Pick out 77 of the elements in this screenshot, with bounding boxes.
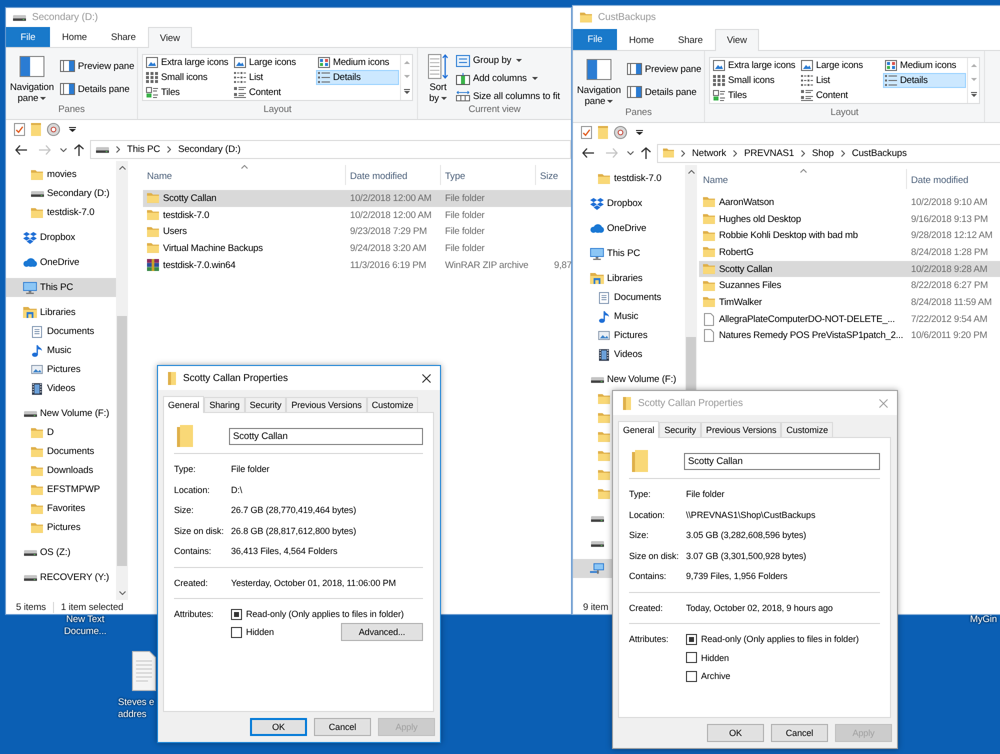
file-name: TimWalker [719,296,762,308]
property-value: \\PREVNAS1\Shop\CustBackups [686,510,816,520]
property-value: 9,739 Files, 1,956 Folders [686,571,788,582]
dialog-title: Scotty Callan Properties [183,372,288,384]
file-name: AaronWatson [719,196,774,208]
property-value: Today, October 02, 2018, 9 hours ago [686,602,833,613]
property-value: 26.8 GB (28,817,612,800 bytes) [231,526,356,536]
group-label: Layout [830,107,858,120]
property-label: Size on disk: [174,526,225,536]
window-title: Secondary (D:) [32,12,98,23]
property-label: Created: [629,602,664,613]
file-name: RobertG [719,246,754,258]
property-value: 26.7 GB (28,770,419,464 bytes) [231,505,356,516]
status-text: 5 items [16,602,46,612]
file-name: Virtual Machine Backups [163,242,263,254]
table-cell: File folder [445,210,485,221]
table-cell: 8/24/2018 1:28 PM [911,246,988,258]
window-title: CustBackups [598,12,656,23]
table-cell: 9/23/2018 7:29 PM [350,226,427,238]
table-cell: File folder [445,242,485,254]
table-cell: 9/16/2018 9:13 PM [911,214,988,225]
file-name: Robbie Kohli Desktop with bad mb [719,230,858,242]
file-name: Scotty Callan [719,264,772,275]
property-value: D:\ [231,484,242,495]
file-name: Scotty Callan [163,192,216,204]
property-label: Size: [629,530,650,540]
property-label: Type: [629,489,652,500]
table-cell: 9,87 [554,260,571,271]
file-name: testdisk-7.0.win64 [163,260,236,271]
table-cell: 10/2/2018 12:00 AM [350,192,432,204]
property-label: Contains: [174,546,212,556]
group-label: Current view [468,104,521,117]
property-label: Size on disk: [629,550,680,561]
table-cell: 7/22/2012 9:54 AM [911,314,988,325]
file-name: Users [163,226,187,238]
group-label: Panes [625,107,652,120]
table-cell: 9/28/2018 12:12 AM [911,230,992,242]
table-cell: 9/24/2018 3:20 AM [350,242,426,254]
property-label: Attributes: [174,608,214,621]
table-cell: 10/6/2011 9:20 PM [911,330,988,342]
table-cell: 8/24/2018 11:59 AM [911,296,992,308]
desktop-icon-label: Steves e [118,697,154,709]
property-value: 3.07 GB (3,301,500,928 bytes) [686,550,806,561]
desktop-icon-label: New Text [66,614,104,626]
desktop-icon-label: Docume... [64,626,106,638]
property-label: Size: [174,505,195,516]
property-label: Created: [174,578,209,588]
table-cell: WinRAR ZIP archive [445,260,528,271]
property-value: File folder [231,464,270,474]
desktop-icon-label: addres [118,709,146,721]
table-cell: File folder [445,226,485,238]
group-label: Layout [264,104,292,117]
table-cell: 11/3/2016 6:19 PM [350,260,426,271]
property-label: Location: [174,484,211,495]
table-cell: 10/2/2018 9:28 AM [911,264,988,275]
property-label: Contains: [629,571,668,582]
property-value: 36,413 Files, 4,564 Folders [231,546,338,556]
table-cell: File folder [445,192,485,204]
status-text: 1 item selected [60,602,124,612]
file-name: Hughes old Desktop [719,214,801,225]
property-value: Yesterday, October 01, 2018, 11:06:00 PM [231,578,396,588]
property-label: Location: [629,510,666,520]
table-cell: 10/2/2018 9:10 AM [911,196,988,208]
group-label: Panes [58,104,85,117]
property-label: Attributes: [629,633,670,646]
property-label: Type: [174,464,197,474]
dialog-title: Scotty Callan Properties [638,398,743,408]
table-cell: 8/22/2018 6:27 PM [911,280,988,292]
file-name: testdisk-7.0 [163,210,210,221]
file-name: Suzannes Files [719,280,782,292]
property-value: 3.05 GB (3,282,608,596 bytes) [686,530,806,540]
file-name: AllegraPlateComputerDO-NOT-DELETE_... [719,314,895,325]
status-text: 9 item [583,602,608,612]
file-name: Natures Remedy POS PreVistaSP1patch_2... [719,330,904,342]
desktop-icon-label: MyGin [970,614,997,626]
table-cell: 10/2/2018 12:00 AM [350,210,432,221]
property-value: File folder [686,489,724,500]
